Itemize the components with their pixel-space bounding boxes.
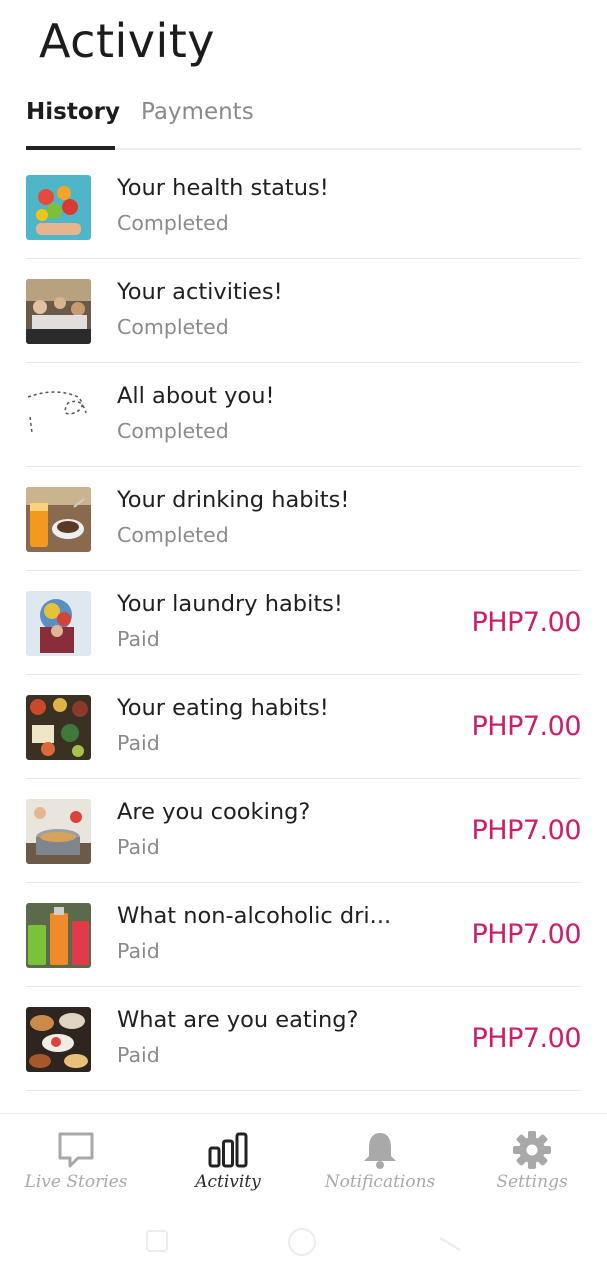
item-status: Paid <box>117 835 160 859</box>
list-item[interactable]: Your activities! Completed <box>26 259 581 363</box>
tab-bar: History Payments <box>26 96 581 150</box>
nav-live-stories[interactable]: Live Stories <box>0 1114 152 1204</box>
item-price: PHP7.00 <box>471 1023 582 1054</box>
item-title: Your health status! <box>117 175 329 201</box>
thumbnail-image <box>26 903 91 968</box>
item-price: PHP7.00 <box>471 711 582 742</box>
nav-activity[interactable]: Activity <box>152 1114 304 1204</box>
nav-label: Settings <box>496 1172 568 1192</box>
bottom-nav: Live Stories Activity Notifications Sett… <box>0 1113 607 1203</box>
list-item[interactable]: Your health status! Completed <box>26 155 581 259</box>
thumbnail-image <box>26 695 91 760</box>
nav-label: Live Stories <box>24 1172 128 1192</box>
thumbnail-image <box>26 799 91 864</box>
item-status: Completed <box>117 419 229 443</box>
thumbnail-image <box>26 279 91 344</box>
item-status: Paid <box>117 1043 160 1067</box>
list-item[interactable]: Your drinking habits! Completed <box>26 467 581 571</box>
list-item[interactable]: Your eating habits! Paid PHP7.00 <box>26 675 582 779</box>
system-navigation-bar <box>0 1203 607 1280</box>
gear-icon <box>513 1131 551 1169</box>
list-item[interactable]: All about you! Completed <box>26 363 581 467</box>
item-title: What are you eating? <box>117 1007 359 1033</box>
nav-notifications[interactable]: Notifications <box>304 1114 456 1204</box>
tab-payments[interactable]: Payments <box>141 96 254 148</box>
tab-active-indicator <box>26 146 115 150</box>
activity-list: Your health status! Completed Your activ… <box>26 155 582 1091</box>
chat-bubble-icon <box>58 1132 94 1168</box>
nav-settings[interactable]: Settings <box>456 1114 607 1204</box>
tab-history[interactable]: History <box>26 96 120 148</box>
nav-label: Notifications <box>324 1172 436 1192</box>
item-title: What non-alcoholic dri... <box>117 903 392 929</box>
list-item[interactable]: Are you cooking? Paid PHP7.00 <box>26 779 582 883</box>
item-status: Completed <box>117 523 229 547</box>
home-icon[interactable] <box>286 1226 318 1258</box>
thumbnail-image <box>26 1007 91 1072</box>
nav-label: Activity <box>195 1172 261 1192</box>
thumbnail-image <box>26 383 91 448</box>
item-title: Your eating habits! <box>117 695 329 721</box>
item-title: Your activities! <box>117 279 283 305</box>
list-item[interactable]: What non-alcoholic dri... Paid PHP7.00 <box>26 883 582 987</box>
item-status: Paid <box>117 627 160 651</box>
item-title: Your laundry habits! <box>117 591 343 617</box>
list-item[interactable]: Your laundry habits! Paid PHP7.00 <box>26 571 582 675</box>
bell-icon <box>364 1133 396 1169</box>
item-price: PHP7.00 <box>471 815 582 846</box>
page-title: Activity <box>39 14 216 68</box>
back-icon[interactable] <box>436 1228 464 1254</box>
item-price: PHP7.00 <box>471 607 582 638</box>
item-title: Your drinking habits! <box>117 487 350 513</box>
item-status: Paid <box>117 939 160 963</box>
bar-chart-icon <box>208 1132 248 1168</box>
thumbnail-image <box>26 175 91 240</box>
item-price: PHP7.00 <box>471 919 582 950</box>
list-item[interactable]: What are you eating? Paid PHP7.00 <box>26 987 582 1091</box>
item-title: Are you cooking? <box>117 799 311 825</box>
thumbnail-image <box>26 487 91 552</box>
item-status: Completed <box>117 315 229 339</box>
recent-apps-icon[interactable] <box>144 1228 170 1254</box>
item-status: Completed <box>117 211 229 235</box>
thumbnail-image <box>26 591 91 656</box>
item-title: All about you! <box>117 383 275 409</box>
item-status: Paid <box>117 731 160 755</box>
